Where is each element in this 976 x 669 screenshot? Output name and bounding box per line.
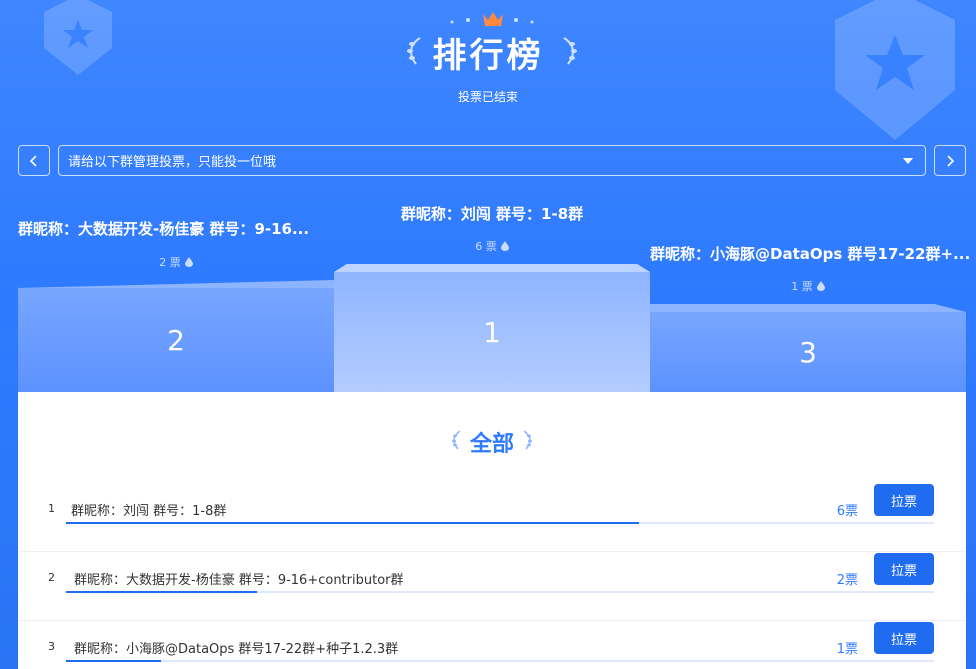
next-button[interactable] <box>934 145 966 176</box>
vote-progress-fill <box>66 591 257 593</box>
laurel-right-icon <box>523 430 532 450</box>
crown-icon <box>450 12 534 26</box>
podium-second: 2 <box>18 280 334 392</box>
podium-votes-second: 2 票 <box>18 254 334 270</box>
vote-progress-fill <box>66 660 162 662</box>
row-name: 群昵称：小海豚@DataOps 群号17-22群+种子1.2.3群 <box>74 642 399 657</box>
ranking-list-panel: 全部 1 群昵称：刘闯 群号：1-8群 6票 拉票 2 群昵称：大数据开发-杨佳… <box>18 392 966 669</box>
votes-text: 6 票 <box>475 240 497 253</box>
row-votes: 6票 <box>836 504 858 519</box>
podium-top <box>334 264 650 272</box>
vote-progress-track <box>66 591 934 593</box>
podium-first: 1 <box>334 264 650 392</box>
podium-label-second: 群昵称：大数据开发-杨佳豪 群号：9-16... <box>18 220 310 238</box>
podium-rank: 1 <box>334 272 650 392</box>
row-name: 群昵称：大数据开发-杨佳豪 群号：9-16+contributor群 <box>74 573 404 588</box>
podium-top <box>18 280 334 288</box>
podium-label-third: 群昵称：小海豚@DataOps 群号17-22群+... <box>650 245 971 263</box>
list-item: 3 群昵称：小海豚@DataOps 群号17-22群+种子1.2.3群 1票 拉… <box>18 622 966 669</box>
podium-third: 3 <box>650 304 966 392</box>
podium-votes-first: 6 票 <box>334 238 650 254</box>
podium-rank: 3 <box>650 312 966 392</box>
drop-icon <box>816 281 825 291</box>
row-rank: 1 <box>48 502 55 515</box>
page-title: 排行榜 <box>432 36 544 76</box>
vote-topic-select[interactable]: 请给以下群管理投票，只能投一位哦 <box>58 145 926 176</box>
canvass-button[interactable]: 拉票 <box>874 553 934 585</box>
votes-text: 1 票 <box>791 280 813 293</box>
section-title: 全部 <box>469 432 514 457</box>
caret-down-icon <box>903 158 913 164</box>
laurel-right-icon <box>563 37 577 65</box>
list-item: 1 群昵称：刘闯 群号：1-8群 6票 拉票 <box>18 484 966 552</box>
canvass-button[interactable]: 拉票 <box>874 484 934 516</box>
drop-icon <box>184 257 193 267</box>
prev-button[interactable] <box>18 145 50 176</box>
list-item: 2 群昵称：大数据开发-杨佳豪 群号：9-16+contributor群 2票 … <box>18 553 966 621</box>
select-value: 请给以下群管理投票，只能投一位哦 <box>68 155 277 170</box>
vote-progress-track <box>66 660 934 662</box>
row-votes: 1票 <box>836 642 858 657</box>
row-votes: 2票 <box>836 573 858 588</box>
row-rank: 3 <box>48 640 55 653</box>
row-name: 群昵称：刘闯 群号：1-8群 <box>71 504 227 519</box>
votes-text: 2 票 <box>159 256 181 269</box>
podium-label-first: 群昵称：刘闯 群号：1-8群 <box>400 205 584 223</box>
podium-top <box>650 304 966 312</box>
chevron-left-icon <box>29 154 37 167</box>
podium-rank: 2 <box>18 288 334 392</box>
podium-votes-third: 1 票 <box>650 278 966 294</box>
row-rank: 2 <box>48 571 55 584</box>
vote-status: 投票已结束 <box>457 90 518 104</box>
chevron-right-icon <box>947 154 955 167</box>
vote-progress-fill <box>66 522 639 524</box>
canvass-button[interactable]: 拉票 <box>874 622 934 654</box>
drop-icon <box>500 241 509 251</box>
vote-progress-track <box>66 522 934 524</box>
